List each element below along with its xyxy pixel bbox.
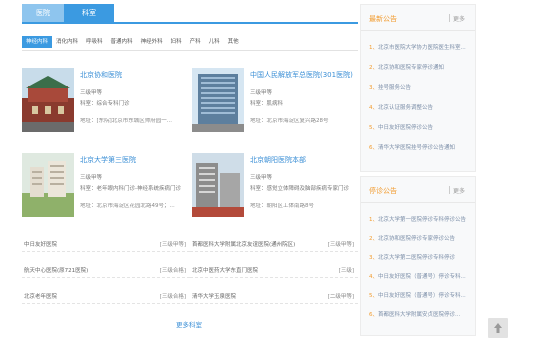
- notice-text[interactable]: 清华大学医院挂号停诊公告通知: [378, 145, 455, 151]
- list-item-name[interactable]: 航天中心医院(原721医院): [24, 266, 88, 274]
- list-item[interactable]: 北京老年医院 [三级合格]: [22, 288, 190, 304]
- notice-text[interactable]: 北京市医院大学协力医院医生科室...: [378, 45, 466, 51]
- panel-header: 最新公告 更多: [361, 5, 475, 31]
- notice-item[interactable]: 5、中日友好医院停诊公告: [369, 123, 473, 131]
- dept-tab-pediatrics[interactable]: 儿科: [205, 36, 224, 48]
- more-link[interactable]: 更多: [453, 14, 465, 23]
- back-to-top-button[interactable]: [488, 318, 508, 338]
- stop-notice-text[interactable]: 首都医科大学附属安贞医院停诊...: [378, 312, 460, 318]
- stop-notice-text[interactable]: 北京协和医院停诊专家停诊公告: [378, 236, 455, 242]
- notice-item[interactable]: 4、北京认证服务调整公告: [369, 103, 473, 111]
- dept-tab-other[interactable]: 其他: [224, 36, 243, 48]
- hospital-address: 地址：朝阳区工体南路8号: [250, 203, 315, 209]
- hospital-card[interactable]: 中国人民解放军总医院(301医院) 三级甲等 科室：肌病科 地址：北京市海淀区复…: [192, 68, 360, 140]
- hospital-name[interactable]: 北京朝阳医院本部: [250, 155, 306, 165]
- hospital-address: 地址：[东院]北京市东城区帅府园一...: [80, 118, 173, 124]
- stop-notice-item[interactable]: 3、北京大学第二医院停诊专科停诊: [369, 253, 473, 261]
- panel-title: 停诊公告: [369, 187, 397, 195]
- notice-item[interactable]: 1、北京市医院大学协力医院医生科室...: [369, 43, 473, 51]
- list-item-grade: [三级合格]: [159, 268, 186, 274]
- hospital-grade: 三级甲等: [250, 175, 273, 181]
- divider: [449, 186, 450, 194]
- dept-tab-respiratory[interactable]: 呼吸科: [82, 36, 107, 48]
- hospital-grade: 三级甲等: [80, 90, 103, 96]
- list-item-grade: [三级甲等]: [159, 242, 186, 248]
- arrow-up-icon: [493, 322, 503, 334]
- stop-notice-text[interactable]: 北京大学第一医院停诊专科停诊公告: [378, 217, 466, 223]
- list-item[interactable]: 清华大学玉泉医院 [二级甲等]: [190, 288, 358, 304]
- tab-hospital[interactable]: 医院: [22, 4, 64, 22]
- hospital-name[interactable]: 中国人民解放军总医院(301医院): [250, 70, 353, 80]
- notice-item[interactable]: 2、北京协和医院专家停诊通知: [369, 63, 473, 71]
- list-item-grade: [二级甲等]: [327, 294, 354, 300]
- stop-notice-panel: 停诊公告 更多 1、北京大学第一医院停诊专科停诊公告 2、北京协和医院停诊专家停…: [360, 176, 476, 336]
- hospital-card[interactable]: 北京协和医院 三级甲等 科室：综合专科门诊 地址：[东院]北京市东城区帅府园一.…: [22, 68, 190, 140]
- hospital-specialty: 科室：老年眼内科门诊-神经系统疾病门诊: [80, 186, 181, 192]
- list-item-grade: [三级甲等]: [327, 242, 354, 248]
- top-tab-bar: 医院 科室: [22, 4, 114, 22]
- notice-item[interactable]: 3、挂号服务公告: [369, 83, 473, 91]
- dept-tab-gastro[interactable]: 消化内科: [52, 36, 82, 48]
- list-item-name[interactable]: 北京老年医院: [24, 292, 57, 300]
- notice-text[interactable]: 北京协和医院专家停诊通知: [378, 65, 444, 71]
- stop-notice-item[interactable]: 6、首都医科大学附属安贞医院停诊...: [369, 310, 473, 318]
- list-item-name[interactable]: 中日友好医院: [24, 240, 57, 248]
- dept-tab-neurology[interactable]: 神经内科: [22, 36, 53, 48]
- panel-title: 最新公告: [369, 15, 397, 23]
- hospital-card[interactable]: 北京大学第三医院 三级甲等 科室：老年眼内科门诊-神经系统疾病门诊 地址：北京市…: [22, 153, 190, 225]
- hospital-address: 地址：北京市海淀区花园北路49号；...: [80, 203, 175, 209]
- list-item-name[interactable]: 北京中医药大学东直门医院: [192, 266, 258, 274]
- dept-tab-obstetrics[interactable]: 产科: [186, 36, 205, 48]
- hospital-grade: 三级甲等: [80, 175, 103, 181]
- hospital-specialty: 科室：感觉立体障碍及脑部疾病专家门诊: [250, 186, 350, 192]
- stop-notice-item[interactable]: 4、中日友好医院（普通号）停诊专科...: [369, 272, 473, 280]
- hospital-photo[interactable]: [192, 153, 244, 217]
- stop-notice-item[interactable]: 2、北京协和医院停诊专家停诊公告: [369, 234, 473, 242]
- list-item-name[interactable]: 清华大学玉泉医院: [192, 292, 236, 300]
- divider: [22, 50, 358, 51]
- notice-text[interactable]: 北京认证服务调整公告: [378, 105, 433, 111]
- notice-text[interactable]: 中日友好医院停诊公告: [378, 125, 433, 131]
- dept-tab-general-internal[interactable]: 普通内科: [107, 36, 137, 48]
- stop-notice-text[interactable]: 北京大学第二医院停诊专科停诊: [378, 255, 455, 261]
- panel-header: 停诊公告 更多: [361, 177, 475, 203]
- hospital-photo[interactable]: [22, 68, 74, 132]
- more-link[interactable]: 更多: [453, 186, 465, 195]
- hospital-address: 地址：北京市海淀区复兴路28号: [250, 118, 329, 124]
- dept-tab-neurosurgery[interactable]: 神经外科: [137, 36, 167, 48]
- hospital-specialty: 科室：综合专科门诊: [80, 101, 130, 107]
- hospital-grade: 三级甲等: [250, 90, 273, 96]
- list-item-name[interactable]: 首都医科大学附属北京友谊医院(通州院区): [192, 240, 295, 248]
- notice-item[interactable]: 6、清华大学医院挂号停诊公告通知: [369, 143, 473, 151]
- list-item[interactable]: 航天中心医院(原721医院) [三级合格]: [22, 262, 190, 278]
- divider: [449, 14, 450, 22]
- hospital-card[interactable]: 北京朝阳医院本部 三级甲等 科室：感觉立体障碍及脑部疾病专家门诊 地址：朝阳区工…: [192, 153, 360, 225]
- notice-text[interactable]: 挂号服务公告: [378, 85, 411, 91]
- list-item-grade: [三级合格]: [159, 294, 186, 300]
- more-departments-link[interactable]: 更多科室: [176, 319, 202, 329]
- stop-notice-text[interactable]: 中日友好医院（普通号）停诊专科...: [378, 293, 466, 299]
- list-item[interactable]: 北京中医药大学东直门医院 [三级]: [190, 262, 358, 278]
- stop-notice-text[interactable]: 中日友好医院（普通号）停诊专科...: [378, 274, 466, 280]
- hospital-name[interactable]: 北京大学第三医院: [80, 155, 136, 165]
- dept-tab-gynecology[interactable]: 妇科: [167, 36, 186, 48]
- list-item-grade: [三级]: [338, 268, 354, 274]
- hospital-name[interactable]: 北京协和医院: [80, 70, 122, 80]
- list-item[interactable]: 首都医科大学附属北京友谊医院(通州院区) [三级甲等]: [190, 236, 358, 252]
- hospital-specialty: 科室：肌病科: [250, 101, 284, 107]
- stop-notice-item[interactable]: 1、北京大学第一医院停诊专科停诊公告: [369, 215, 473, 223]
- hospital-photo[interactable]: [22, 153, 74, 217]
- list-item[interactable]: 中日友好医院 [三级甲等]: [22, 236, 190, 252]
- latest-notice-panel: 最新公告 更多 1、北京市医院大学协力医院医生科室... 2、北京协和医院专家停…: [360, 4, 476, 172]
- tab-department[interactable]: 科室: [64, 4, 114, 22]
- stop-notice-item[interactable]: 5、中日友好医院（普通号）停诊专科...: [369, 291, 473, 299]
- tab-underline: [22, 22, 358, 24]
- hospital-photo[interactable]: [192, 68, 244, 132]
- department-filter-bar: 神经内科 消化内科 呼吸科 普通内科 神经外科 妇科 产科 儿科 其他: [22, 36, 243, 48]
